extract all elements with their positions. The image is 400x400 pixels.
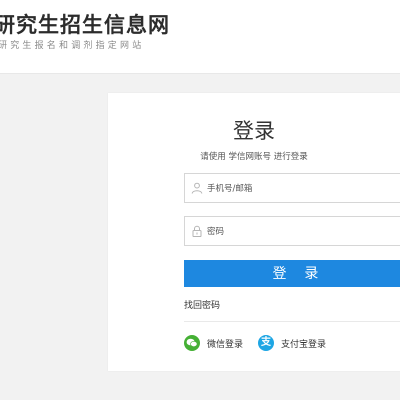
- alipay-login-label: 支付宝登录: [281, 339, 327, 350]
- divider: [184, 321, 400, 322]
- header: 研究生招生信息网 研究生报名和调剂指定网站: [0, 0, 400, 74]
- wechat-login[interactable]: 微信登录: [184, 333, 243, 353]
- wechat-login-label: 微信登录: [207, 339, 244, 350]
- user-icon: [191, 182, 203, 194]
- alipay-icon: 支: [258, 335, 274, 351]
- username-placeholder: 手机号/邮箱: [207, 184, 253, 194]
- logo-subtitle: 研究生报名和调剂指定网站: [0, 41, 145, 51]
- forgot-password-link[interactable]: 找回密码: [184, 298, 220, 311]
- page: 研究生招生信息网 研究生报名和调剂指定网站 登录 请使用 学信网账号 进行登录 …: [0, 0, 400, 400]
- logo-title[interactable]: 研究生招生信息网: [0, 9, 170, 39]
- login-card: 登录 请使用 学信网账号 进行登录 手机号/邮箱 密码 登 录 找回密码 微信登…: [108, 93, 400, 371]
- login-hint: 请使用 学信网账号 进行登录: [200, 152, 308, 162]
- username-input[interactable]: 手机号/邮箱: [184, 173, 400, 203]
- login-button[interactable]: 登 录: [184, 260, 400, 287]
- wechat-icon: [184, 335, 200, 351]
- password-placeholder: 密码: [207, 227, 225, 237]
- login-title: 登录: [233, 119, 275, 143]
- alipay-login[interactable]: 支 支付宝登录: [258, 333, 326, 353]
- lock-icon: [192, 225, 202, 237]
- password-input[interactable]: 密码: [184, 216, 400, 246]
